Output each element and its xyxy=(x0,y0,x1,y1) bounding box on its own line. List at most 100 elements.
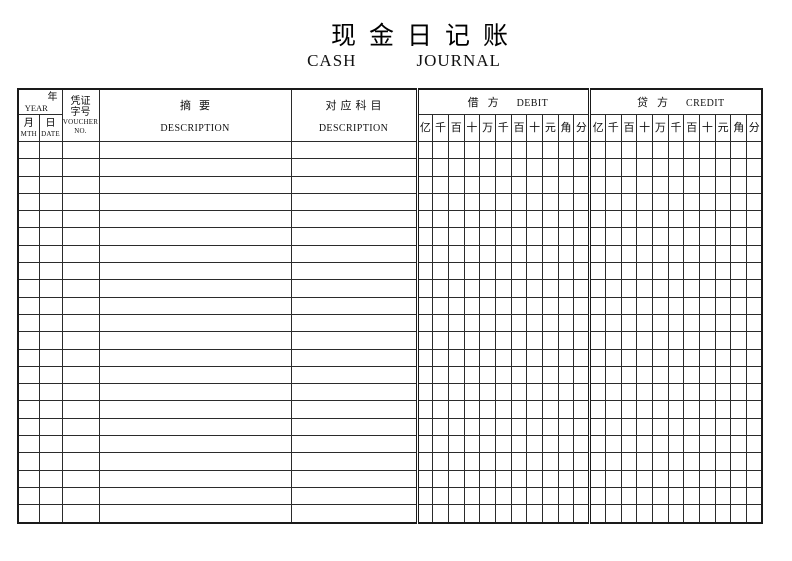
cell-credit-十[interactable] xyxy=(699,210,716,229)
cell-day[interactable] xyxy=(38,296,63,315)
cell-month[interactable] xyxy=(17,365,40,385)
cell-debit-分[interactable] xyxy=(573,365,592,385)
cell-credit-万[interactable] xyxy=(651,452,669,471)
cell-month[interactable] xyxy=(17,210,40,229)
cell-debit-十[interactable] xyxy=(526,435,544,454)
cell-debit-分[interactable] xyxy=(573,175,592,194)
cell-debit-分[interactable] xyxy=(573,504,592,524)
cell-credit-十[interactable] xyxy=(636,486,653,506)
cell-digest[interactable] xyxy=(98,331,292,350)
cell-credit-十[interactable] xyxy=(699,417,716,437)
cell-credit-分[interactable] xyxy=(746,279,763,298)
cell-credit-千[interactable] xyxy=(604,383,622,402)
cell-credit-角[interactable] xyxy=(730,331,748,350)
cell-credit-千[interactable] xyxy=(667,348,685,367)
cell-credit-亿[interactable] xyxy=(588,452,606,471)
cell-debit-亿[interactable] xyxy=(415,210,434,229)
cell-digest[interactable] xyxy=(98,417,292,437)
cell-credit-百[interactable] xyxy=(683,452,701,471)
cell-credit-十[interactable] xyxy=(699,435,716,454)
cell-credit-千[interactable] xyxy=(667,227,685,246)
cell-debit-亿[interactable] xyxy=(415,365,434,385)
cell-credit-亿[interactable] xyxy=(588,175,606,194)
cell-voucher[interactable] xyxy=(61,140,100,160)
cell-credit-十[interactable] xyxy=(636,175,653,194)
cell-day[interactable] xyxy=(38,313,63,333)
cell-credit-千[interactable] xyxy=(667,279,685,298)
cell-credit-万[interactable] xyxy=(651,262,669,281)
cell-voucher[interactable] xyxy=(61,365,100,385)
cell-debit-百[interactable] xyxy=(510,262,528,281)
cell-credit-分[interactable] xyxy=(746,227,763,246)
cell-subject[interactable] xyxy=(290,365,419,385)
cell-voucher[interactable] xyxy=(61,279,100,298)
cell-credit-百[interactable] xyxy=(620,469,638,488)
cell-debit-亿[interactable] xyxy=(415,348,434,367)
cell-debit-千[interactable] xyxy=(432,486,449,506)
cell-voucher[interactable] xyxy=(61,244,100,264)
cell-credit-千[interactable] xyxy=(604,192,622,212)
cell-debit-万[interactable] xyxy=(479,210,496,229)
cell-debit-元[interactable] xyxy=(542,279,559,298)
cell-credit-十[interactable] xyxy=(699,469,716,488)
cell-credit-百[interactable] xyxy=(620,365,638,385)
cell-credit-千[interactable] xyxy=(604,140,622,160)
cell-credit-角[interactable] xyxy=(730,175,748,194)
cell-debit-十[interactable] xyxy=(463,262,481,281)
cell-debit-十[interactable] xyxy=(463,383,481,402)
cell-credit-元[interactable] xyxy=(714,435,732,454)
cell-credit-千[interactable] xyxy=(667,313,685,333)
cell-debit-千[interactable] xyxy=(432,348,449,367)
cell-digest[interactable] xyxy=(98,435,292,454)
cell-credit-百[interactable] xyxy=(620,400,638,419)
cell-debit-百[interactable] xyxy=(510,175,528,194)
cell-debit-十[interactable] xyxy=(526,175,544,194)
cell-credit-亿[interactable] xyxy=(588,435,606,454)
cell-debit-万[interactable] xyxy=(479,175,496,194)
cell-digest[interactable] xyxy=(98,486,292,506)
cell-debit-千[interactable] xyxy=(494,279,512,298)
cell-debit-分[interactable] xyxy=(573,452,592,471)
cell-day[interactable] xyxy=(38,175,63,194)
cell-debit-千[interactable] xyxy=(432,469,449,488)
cell-credit-万[interactable] xyxy=(651,435,669,454)
cell-day[interactable] xyxy=(38,504,63,524)
cell-credit-百[interactable] xyxy=(683,400,701,419)
cell-day[interactable] xyxy=(38,158,63,177)
cell-day[interactable] xyxy=(38,331,63,350)
cell-credit-亿[interactable] xyxy=(588,192,606,212)
cell-credit-元[interactable] xyxy=(714,400,732,419)
cell-debit-亿[interactable] xyxy=(415,140,434,160)
cell-debit-十[interactable] xyxy=(463,175,481,194)
cell-subject[interactable] xyxy=(290,175,419,194)
cell-credit-千[interactable] xyxy=(667,244,685,264)
cell-credit-百[interactable] xyxy=(683,262,701,281)
cell-debit-百[interactable] xyxy=(447,469,465,488)
cell-month[interactable] xyxy=(17,279,40,298)
cell-debit-千[interactable] xyxy=(494,383,512,402)
cell-debit-亿[interactable] xyxy=(415,383,434,402)
cell-month[interactable] xyxy=(17,348,40,367)
cell-debit-分[interactable] xyxy=(573,192,592,212)
cell-debit-角[interactable] xyxy=(557,365,575,385)
cell-credit-十[interactable] xyxy=(699,452,716,471)
cell-month[interactable] xyxy=(17,417,40,437)
cell-debit-亿[interactable] xyxy=(415,158,434,177)
cell-credit-千[interactable] xyxy=(667,383,685,402)
cell-debit-千[interactable] xyxy=(432,383,449,402)
cell-credit-元[interactable] xyxy=(714,348,732,367)
cell-credit-千[interactable] xyxy=(604,486,622,506)
cell-debit-百[interactable] xyxy=(510,158,528,177)
cell-credit-角[interactable] xyxy=(730,469,748,488)
cell-debit-亿[interactable] xyxy=(415,175,434,194)
cell-credit-万[interactable] xyxy=(651,313,669,333)
cell-debit-元[interactable] xyxy=(542,140,559,160)
cell-debit-百[interactable] xyxy=(510,296,528,315)
cell-credit-百[interactable] xyxy=(620,504,638,524)
cell-credit-元[interactable] xyxy=(714,504,732,524)
cell-debit-千[interactable] xyxy=(494,175,512,194)
cell-debit-百[interactable] xyxy=(447,417,465,437)
cell-day[interactable] xyxy=(38,417,63,437)
cell-debit-十[interactable] xyxy=(526,227,544,246)
cell-month[interactable] xyxy=(17,400,40,419)
